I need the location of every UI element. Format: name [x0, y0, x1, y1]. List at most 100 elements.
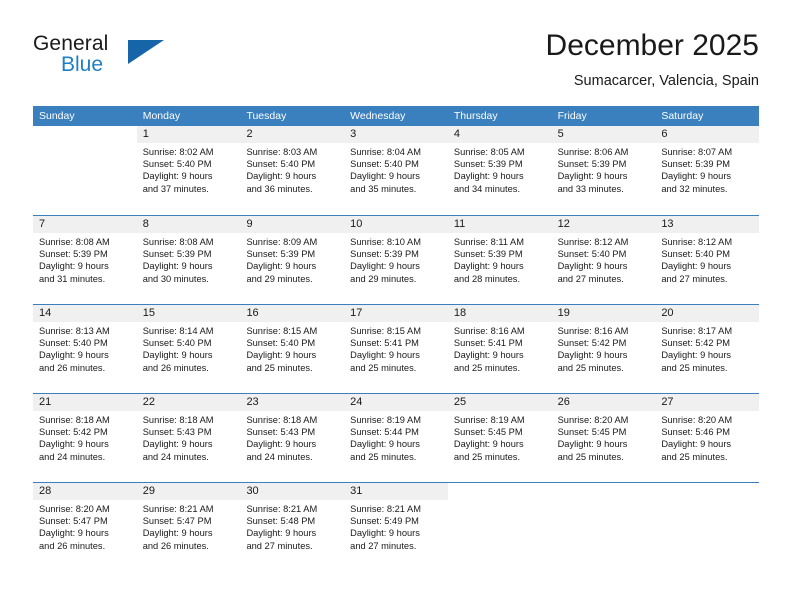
sunset-text: Sunset: 5:39 PM — [557, 159, 627, 170]
calendar-day-cell[interactable]: 24 Sunrise: 8:19 AM Sunset: 5:44 PM Dayligh… — [344, 394, 448, 482]
calendar-day-cell[interactable]: 6 Sunrise: 8:07 AM Sunset: 5:39 PM Daylight… — [655, 126, 760, 215]
day-sun-info: Sunrise: 8:17 AM Sunset: 5:42 PM Daylight:… — [655, 322, 759, 374]
daylight-text-line2: and 26 minutes. — [142, 540, 209, 551]
daylight-text-line1: Daylight: 9 hours — [39, 439, 109, 450]
day-number-band: 23 — [240, 394, 345, 411]
day-number-band: 8 — [136, 216, 241, 233]
day-number-band: 22 — [136, 394, 241, 411]
sunrise-text: Sunrise: 8:08 AM — [142, 237, 214, 247]
daylight-text-line2: and 35 minutes. — [350, 183, 417, 194]
sunset-text: Sunset: 5:39 PM — [39, 249, 108, 260]
sunrise-text: Sunrise: 8:20 AM — [661, 415, 733, 425]
sunrise-text: Sunrise: 8:15 AM — [246, 326, 318, 336]
day-sun-info: Sunrise: 8:12 AM Sunset: 5:40 PM Daylight:… — [655, 233, 759, 285]
daylight-text-line2: and 27 minutes. — [246, 540, 313, 551]
calendar-day-cell[interactable]: 26 Sunrise: 8:20 AM Sunset: 5:45 PM Dayligh… — [551, 394, 656, 482]
calendar-day-cell[interactable]: 9 Sunrise: 8:09 AM Sunset: 5:39 PM Daylight… — [240, 216, 345, 304]
day-number: 13 — [661, 218, 674, 230]
calendar-day-cell[interactable]: 27 Sunrise: 8:20 AM Sunset: 5:46 PM Dayligh… — [655, 394, 760, 482]
calendar-day-cell[interactable]: 20 Sunrise: 8:17 AM Sunset: 5:42 PM Dayligh… — [655, 305, 760, 393]
calendar-day-cell[interactable]: 18 Sunrise: 8:16 AM Sunset: 5:41 PM Dayligh… — [447, 305, 552, 393]
calendar-day-cell[interactable]: 25 Sunrise: 8:19 AM Sunset: 5:45 PM Dayligh… — [447, 394, 552, 482]
calendar-day-cell[interactable]: 21 Sunrise: 8:18 AM Sunset: 5:42 PM Dayligh… — [33, 394, 137, 482]
day-number-band: 30 — [240, 483, 345, 500]
day-number: 26 — [557, 396, 570, 408]
day-sun-info: Sunrise: 8:06 AM Sunset: 5:39 PM Daylight:… — [552, 143, 656, 195]
daylight-text-line2: and 27 minutes. — [661, 273, 728, 284]
sunset-text: Sunset: 5:39 PM — [142, 249, 212, 260]
day-number-band: 14 — [33, 305, 137, 322]
day-number: 27 — [661, 396, 674, 408]
calendar-day-cell[interactable]: 10 Sunrise: 8:10 AM Sunset: 5:39 PM Dayligh… — [344, 216, 448, 304]
calendar-day-cell[interactable]: 7 Sunrise: 8:08 AM Sunset: 5:39 PM Daylight… — [33, 216, 137, 304]
daylight-text-line1: Daylight: 9 hours — [246, 171, 317, 182]
daylight-text-line1: Daylight: 9 hours — [350, 171, 420, 182]
calendar-day-cell[interactable]: 2 Sunrise: 8:03 AM Sunset: 5:40 PM Daylight… — [240, 126, 345, 215]
calendar-day-cell[interactable]: 14 Sunrise: 8:13 AM Sunset: 5:40 PM Dayligh… — [33, 305, 137, 393]
calendar-day-cell[interactable]: 22 Sunrise: 8:18 AM Sunset: 5:43 PM Dayligh… — [136, 394, 241, 482]
sunset-text: Sunset: 5:40 PM — [39, 338, 108, 349]
day-number: 11 — [453, 218, 466, 230]
day-number-band: 16 — [240, 305, 345, 322]
day-number-band: 7 — [33, 216, 137, 233]
day-sun-info: Sunrise: 8:20 AM Sunset: 5:45 PM Daylight:… — [552, 411, 656, 463]
daylight-text-line2: and 24 minutes. — [142, 451, 209, 462]
day-sun-info: Sunrise: 8:21 AM Sunset: 5:47 PM Daylight:… — [137, 500, 241, 552]
calendar-day-cell[interactable]: 8 Sunrise: 8:08 AM Sunset: 5:39 PM Daylight… — [136, 216, 241, 304]
sunrise-text: Sunrise: 8:09 AM — [246, 237, 318, 247]
day-number-band: 21 — [33, 394, 137, 411]
daylight-text-line2: and 25 minutes. — [350, 362, 417, 373]
sunrise-text: Sunrise: 8:16 AM — [557, 326, 629, 336]
day-number: 17 — [350, 307, 363, 319]
daylight-text-line1: Daylight: 9 hours — [142, 439, 213, 450]
weekday-header-friday: Friday — [557, 110, 587, 122]
calendar-day-cell[interactable]: 5 Sunrise: 8:06 AM Sunset: 5:39 PM Daylight… — [551, 126, 656, 215]
page-header: General Blue December 2025 Sumacarcer, V… — [33, 28, 759, 98]
day-number-band: 6 — [655, 126, 760, 143]
day-number-band: 9 — [240, 216, 345, 233]
calendar-day-cell[interactable]: 31 Sunrise: 8:21 AM Sunset: 5:49 PM Dayligh… — [344, 483, 448, 571]
daylight-text-line1: Daylight: 9 hours — [142, 171, 213, 182]
day-number-band: 3 — [344, 126, 448, 143]
brand-logo[interactable]: General Blue — [33, 32, 233, 88]
sunrise-text: Sunrise: 8:16 AM — [453, 326, 525, 336]
daylight-text-line2: and 25 minutes. — [557, 362, 624, 373]
calendar-day-cell[interactable]: 17 Sunrise: 8:15 AM Sunset: 5:41 PM Dayligh… — [344, 305, 448, 393]
daylight-text-line1: Daylight: 9 hours — [350, 261, 420, 272]
calendar-day-cell[interactable]: 4 Sunrise: 8:05 AM Sunset: 5:39 PM Daylight… — [447, 126, 552, 215]
sunset-text: Sunset: 5:40 PM — [142, 159, 212, 170]
sunset-text: Sunset: 5:41 PM — [453, 338, 523, 349]
calendar-day-cell[interactable]: 23 Sunrise: 8:18 AM Sunset: 5:43 PM Dayligh… — [240, 394, 345, 482]
calendar-day-cell[interactable]: 1 Sunrise: 8:02 AM Sunset: 5:40 PM Daylight… — [136, 126, 241, 215]
calendar-day-cell[interactable]: 13 Sunrise: 8:12 AM Sunset: 5:40 PM Dayligh… — [655, 216, 760, 304]
calendar-day-cell[interactable]: 12 Sunrise: 8:12 AM Sunset: 5:40 PM Dayligh… — [551, 216, 656, 304]
sunset-text: Sunset: 5:43 PM — [142, 427, 212, 438]
daylight-text-line1: Daylight: 9 hours — [557, 261, 628, 272]
day-sun-info: Sunrise: 8:11 AM Sunset: 5:39 PM Daylight:… — [448, 233, 552, 285]
calendar-day-cell[interactable]: 19 Sunrise: 8:16 AM Sunset: 5:42 PM Dayligh… — [551, 305, 656, 393]
sunrise-text: Sunrise: 8:18 AM — [142, 415, 214, 425]
calendar-week-row: 14 Sunrise: 8:13 AM Sunset: 5:40 PM Dayligh… — [33, 304, 760, 393]
daylight-text-line2: and 33 minutes. — [557, 183, 624, 194]
day-number-band: 27 — [655, 394, 760, 411]
calendar-day-cell[interactable]: 15 Sunrise: 8:14 AM Sunset: 5:40 PM Dayligh… — [136, 305, 241, 393]
day-number-band: 2 — [240, 126, 345, 143]
calendar-day-cell[interactable]: 29 Sunrise: 8:21 AM Sunset: 5:47 PM Dayligh… — [136, 483, 241, 571]
day-number-band — [552, 483, 656, 500]
calendar-day-cell[interactable]: 11 Sunrise: 8:11 AM Sunset: 5:39 PM Dayligh… — [447, 216, 552, 304]
sunset-text: Sunset: 5:42 PM — [557, 338, 627, 349]
calendar-week-row: 7 Sunrise: 8:08 AM Sunset: 5:39 PM Daylight… — [33, 215, 760, 304]
day-number-band: 1 — [136, 126, 241, 143]
page-subtitle: Sumacarcer, Valencia, Spain — [573, 73, 759, 89]
calendar-day-cell[interactable]: 16 Sunrise: 8:15 AM Sunset: 5:40 PM Dayligh… — [240, 305, 345, 393]
calendar-day-cell[interactable]: 28 Sunrise: 8:20 AM Sunset: 5:47 PM Dayligh… — [33, 483, 137, 571]
calendar-page: General Blue December 2025 Sumacarcer, V… — [0, 0, 792, 612]
day-number-band: 24 — [344, 394, 448, 411]
calendar-day-cell[interactable]: 30 Sunrise: 8:21 AM Sunset: 5:48 PM Dayligh… — [240, 483, 345, 571]
calendar-day-cell-empty — [33, 126, 137, 215]
day-number-band: 12 — [551, 216, 656, 233]
calendar-day-cell-empty — [655, 483, 759, 571]
calendar-day-cell[interactable]: 3 Sunrise: 8:04 AM Sunset: 5:40 PM Daylight… — [344, 126, 448, 215]
calendar-week-row: 28 Sunrise: 8:20 AM Sunset: 5:47 PM Dayligh… — [33, 482, 759, 571]
triangle-logo-icon — [128, 40, 164, 64]
